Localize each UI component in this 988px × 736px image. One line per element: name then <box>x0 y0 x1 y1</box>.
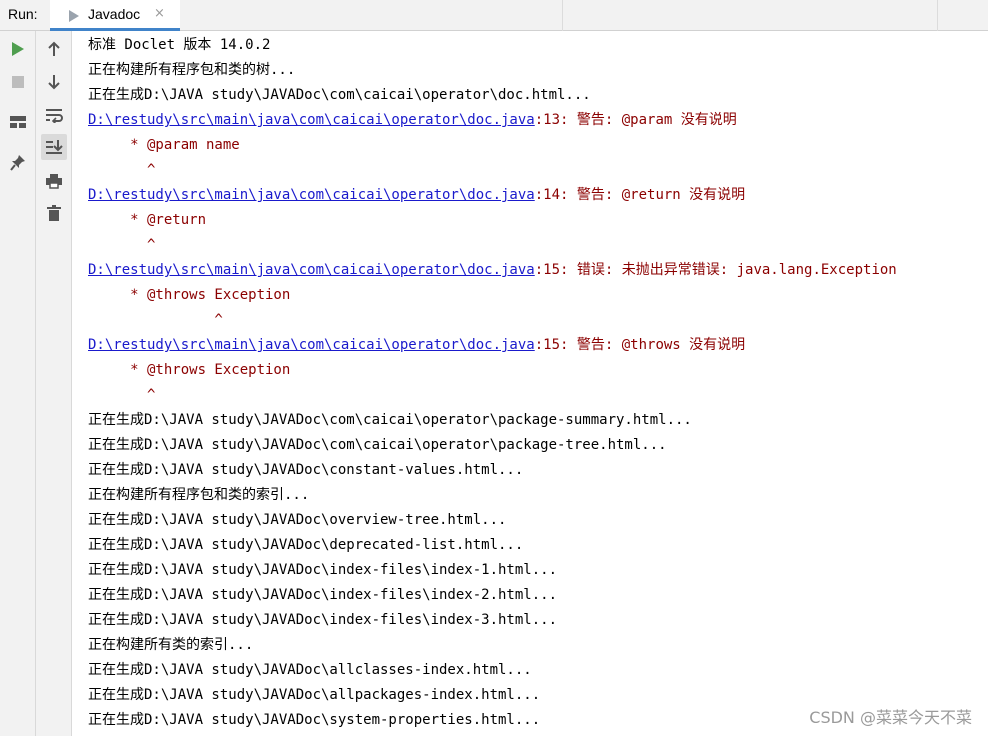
layout-button[interactable] <box>5 109 31 135</box>
next-occurrence-button[interactable] <box>41 69 67 95</box>
trash-icon <box>47 205 61 221</box>
console-line-text: 正在生成D:\JAVA study\JAVADoc\com\caicai\ope… <box>88 412 692 428</box>
console-line-text: ^ <box>88 387 156 403</box>
console-line: ^ <box>88 233 155 257</box>
console-error-line: D:\restudy\src\main\java\com\caicai\oper… <box>88 183 745 207</box>
run-label: Run: <box>8 6 38 22</box>
console-line-text: * @throws Exception <box>88 362 291 378</box>
console-error-line: D:\restudy\src\main\java\com\caicai\oper… <box>88 108 737 132</box>
scroll-to-end-icon <box>46 140 63 154</box>
console-line-text: 正在构建所有程序包和类的树... <box>88 62 296 78</box>
header-divider <box>562 0 563 31</box>
console-line: 正在生成D:\JAVA study\JAVADoc\overview-tree.… <box>88 508 506 532</box>
console-line: 正在生成D:\JAVA study\JAVADoc\system-propert… <box>88 708 540 732</box>
console-line-text: 正在生成D:\JAVA study\JAVADoc\index-files\in… <box>88 562 558 578</box>
console-line: 正在生成D:\JAVA study\JAVADoc\deprecated-lis… <box>88 533 523 557</box>
rerun-button[interactable] <box>5 36 31 62</box>
arrow-down-icon <box>48 75 60 90</box>
soft-wrap-icon <box>46 109 63 123</box>
clear-all-button[interactable] <box>41 200 67 226</box>
soft-wrap-button[interactable] <box>41 102 67 128</box>
pin-tab-button[interactable] <box>5 150 31 176</box>
console-line-text: :14: 警告: @return 没有说明 <box>534 187 746 203</box>
console-line: 正在生成D:\JAVA study\JAVADoc\index-files\in… <box>88 608 557 632</box>
console-line-text: 正在生成D:\JAVA study\JAVADoc\index-files\in… <box>88 612 558 628</box>
console-line: * @throws Exception <box>88 358 290 382</box>
console-line: 正在构建所有类的索引... <box>88 633 253 657</box>
source-file-link[interactable]: D:\restudy\src\main\java\com\caicai\oper… <box>88 262 535 278</box>
console-line-text: * @throws Exception <box>88 287 291 303</box>
console-line-text: ^ <box>88 312 223 328</box>
console-line-text: * @return <box>88 212 207 228</box>
pin-icon <box>10 155 25 171</box>
stop-icon <box>12 76 24 88</box>
console-line: 正在生成D:\JAVA study\JAVADoc\index-files\in… <box>88 583 557 607</box>
stop-button[interactable] <box>5 69 31 95</box>
source-file-link[interactable]: D:\restudy\src\main\java\com\caicai\oper… <box>88 187 535 203</box>
console-actions-toolbar <box>36 31 72 736</box>
console-line-text: ^ <box>88 162 156 178</box>
scroll-to-end-button[interactable] <box>41 134 67 160</box>
console-line-text: ^ <box>88 237 156 253</box>
console-line: 正在生成D:\JAVA study\JAVADoc\allclasses-ind… <box>88 658 532 682</box>
print-button[interactable] <box>41 168 67 194</box>
run-tool-window-header: Run: Javadoc × <box>0 0 988 31</box>
run-config-icon <box>68 8 80 27</box>
console-line-text: 正在构建所有类的索引... <box>88 637 254 653</box>
console-line-text: 正在生成D:\JAVA study\JAVADoc\constant-value… <box>88 462 524 478</box>
console-line-text: 标准 Doclet 版本 14.0.2 <box>88 37 271 53</box>
console-line: ^ <box>88 158 155 182</box>
console-line: 正在构建所有程序包和类的索引... <box>88 483 309 507</box>
console-line: ^ <box>88 308 223 332</box>
console-line-text: * @param name <box>88 137 240 153</box>
layout-icon <box>10 116 26 128</box>
console-line: 正在生成D:\JAVA study\JAVADoc\com\caicai\ope… <box>88 83 591 107</box>
previous-occurrence-button[interactable] <box>41 36 67 62</box>
console-error-line: D:\restudy\src\main\java\com\caicai\oper… <box>88 333 745 357</box>
console-line-text: 正在生成D:\JAVA study\JAVADoc\system-propert… <box>88 712 541 728</box>
console-line-text: 正在构建所有程序包和类的索引... <box>88 487 310 503</box>
console-line-text: 正在生成D:\JAVA study\JAVADoc\com\caicai\ope… <box>88 87 591 103</box>
console-line: 正在生成D:\JAVA study\JAVADoc\com\caicai\ope… <box>88 408 692 432</box>
close-tab-icon[interactable]: × <box>154 6 165 21</box>
play-icon <box>12 42 24 56</box>
print-icon <box>46 174 62 189</box>
console-line: 正在生成D:\JAVA study\JAVADoc\com\caicai\ope… <box>88 433 667 457</box>
console-output[interactable]: 标准 Doclet 版本 14.0.2 正在构建所有程序包和类的树... 正在生成D… <box>72 31 988 736</box>
console-line-text: :15: 警告: @throws 没有说明 <box>534 337 746 353</box>
arrow-up-icon <box>48 41 60 56</box>
header-divider <box>937 0 938 31</box>
console-line-text: 正在生成D:\JAVA study\JAVADoc\com\caicai\ope… <box>88 437 667 453</box>
console-line: * @return <box>88 208 206 232</box>
console-line-text: 正在生成D:\JAVA study\JAVADoc\overview-tree.… <box>88 512 507 528</box>
console-line-text: :15: 错误: 未抛出异常错误: java.lang.Exception <box>534 262 897 278</box>
console-line: ^ <box>88 383 155 407</box>
console-line: 正在生成D:\JAVA study\JAVADoc\index-files\in… <box>88 558 557 582</box>
run-actions-toolbar <box>0 31 36 736</box>
console-line-text: 正在生成D:\JAVA study\JAVADoc\allpackages-in… <box>88 687 541 703</box>
console-line-text: :13: 警告: @param 没有说明 <box>534 112 737 128</box>
console-line: 正在生成D:\JAVA study\JAVADoc\allpackages-in… <box>88 683 540 707</box>
source-file-link[interactable]: D:\restudy\src\main\java\com\caicai\oper… <box>88 337 535 353</box>
source-file-link[interactable]: D:\restudy\src\main\java\com\caicai\oper… <box>88 112 535 128</box>
console-line-text: 正在生成D:\JAVA study\JAVADoc\deprecated-lis… <box>88 537 524 553</box>
console-line: 正在构建所有程序包和类的树... <box>88 58 295 82</box>
console-line-text: 正在生成D:\JAVA study\JAVADoc\index-files\in… <box>88 587 558 603</box>
console-line: * @throws Exception <box>88 283 290 307</box>
console-line-text: 正在生成D:\JAVA study\JAVADoc\allclasses-ind… <box>88 662 532 678</box>
console-error-line: D:\restudy\src\main\java\com\caicai\oper… <box>88 258 897 282</box>
tab-label: Javadoc <box>88 6 141 22</box>
console-line: 标准 Doclet 版本 14.0.2 <box>88 33 270 57</box>
watermark: CSDN @菜菜今天不菜 <box>809 708 972 727</box>
console-line: * @param name <box>88 133 240 157</box>
console-line: 正在生成D:\JAVA study\JAVADoc\constant-value… <box>88 458 523 482</box>
